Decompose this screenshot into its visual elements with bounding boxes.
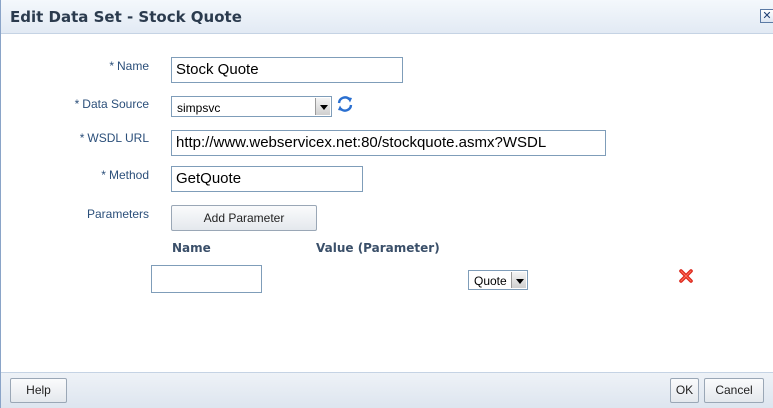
- param-name-input[interactable]: [151, 265, 262, 293]
- parameters-label: Parameters: [86, 207, 149, 221]
- wsdl-url-input[interactable]: http://www.webservicex.net:80/stockquote…: [171, 130, 606, 156]
- name-label: * Name: [109, 59, 149, 73]
- name-input[interactable]: Stock Quote: [171, 57, 403, 83]
- delete-icon[interactable]: [678, 268, 694, 284]
- chevron-down-icon[interactable]: [315, 98, 330, 115]
- help-button[interactable]: Help: [10, 378, 67, 403]
- dialog-footer: Help OK Cancel: [1, 372, 773, 408]
- data-source-select[interactable]: simpsvc: [171, 96, 332, 117]
- wsdl-url-label: * WSDL URL: [80, 131, 149, 145]
- param-value-text: Quote: [474, 274, 507, 288]
- param-value-select[interactable]: Quote: [468, 270, 528, 290]
- required-marker: *: [101, 168, 106, 182]
- dialog-titlebar: Edit Data Set - Stock Quote ✕: [1, 0, 773, 34]
- cancel-button[interactable]: Cancel: [704, 378, 764, 403]
- ok-button[interactable]: OK: [670, 378, 699, 403]
- refresh-icon[interactable]: [336, 95, 354, 113]
- method-label-text: Method: [108, 168, 149, 182]
- required-marker: *: [109, 59, 114, 73]
- required-marker: *: [79, 131, 85, 145]
- chevron-down-icon[interactable]: [511, 272, 526, 288]
- data-source-label-text: Data Source: [82, 97, 149, 111]
- wsdl-url-label-text: WSDL URL: [87, 131, 149, 145]
- name-label-text: Name: [116, 59, 149, 73]
- close-icon[interactable]: ✕: [760, 9, 773, 23]
- method-input[interactable]: GetQuote: [171, 166, 363, 192]
- param-name-header: Name: [172, 241, 211, 255]
- dialog-title: Edit Data Set - Stock Quote: [10, 8, 242, 26]
- param-value-header: Value (Parameter): [316, 241, 440, 255]
- required-marker: *: [74, 97, 80, 111]
- data-source-value: simpsvc: [177, 101, 221, 115]
- method-label: * Method: [101, 168, 149, 182]
- edit-data-set-dialog: Edit Data Set - Stock Quote ✕ * Name Stoc…: [0, 0, 773, 408]
- add-parameter-button[interactable]: Add Parameter: [171, 205, 317, 231]
- data-source-label: * Data Source: [75, 97, 149, 111]
